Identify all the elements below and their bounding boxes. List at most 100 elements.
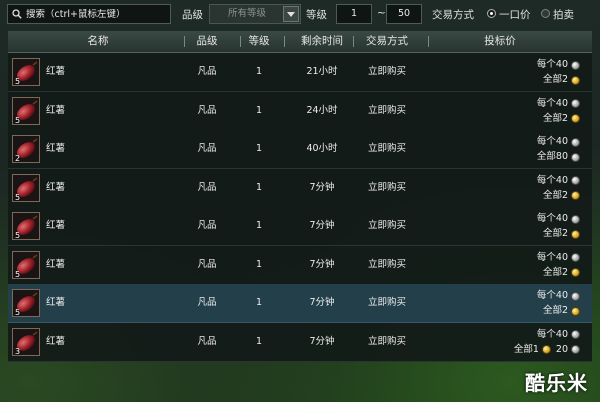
- gold-coin-icon: [571, 229, 580, 239]
- table-row[interactable]: 5 红薯 凡品 1 21小时 立即购买 每个40 全部2: [8, 53, 592, 92]
- chevron-down-icon[interactable]: [283, 6, 299, 22]
- sweet-potato-icon[interactable]: 2: [12, 135, 40, 163]
- price-each: 每个40: [537, 329, 580, 341]
- column-divider: [184, 36, 185, 47]
- silver-coin-icon: [571, 152, 580, 162]
- table-row[interactable]: 5 红薯 凡品 1 24小时 立即购买 每个40 全部2: [8, 91, 592, 131]
- time-remaining: 7分钟: [309, 297, 335, 308]
- price-total-text: 全部2: [542, 74, 568, 85]
- price-total: 全部2: [543, 74, 580, 86]
- item-name: 红薯: [46, 297, 66, 308]
- silver-coin-icon: [571, 253, 580, 262]
- grade-select[interactable]: 所有等级: [209, 4, 301, 24]
- silver-coin-icon: [571, 176, 580, 185]
- item-quantity: 5: [15, 269, 21, 279]
- trade-type: 立即购买: [367, 66, 406, 77]
- sweet-potato-icon[interactable]: 5: [12, 58, 40, 86]
- column-price[interactable]: 投标价: [460, 31, 540, 52]
- price-each-text: 每个40: [536, 59, 568, 70]
- price-each: 每个40: [537, 175, 580, 187]
- sweet-potato-icon[interactable]: 5: [12, 173, 40, 202]
- column-grade[interactable]: 品级: [186, 31, 228, 52]
- item-level: 1: [255, 66, 263, 77]
- price-total-text: 全部2: [542, 305, 568, 316]
- table-header: 名称 品级 等级 剩余时间 交易方式 投标价: [8, 31, 592, 53]
- price-total-text: 全部1: [513, 343, 539, 355]
- level-max-input[interactable]: 50: [386, 4, 422, 24]
- gold-coin-icon: [571, 306, 580, 316]
- price-total: 全部80: [537, 151, 580, 163]
- silver-coin-icon: [571, 137, 580, 147]
- price-total: 全部2: [543, 267, 580, 279]
- time-remaining: 7分钟: [309, 220, 335, 231]
- column-trade[interactable]: 交易方式: [353, 31, 421, 52]
- column-divider: [284, 36, 285, 47]
- item-name: 红薯: [46, 258, 66, 270]
- table-row[interactable]: 5 红薯 凡品 1 7分钟 立即购买 每个40 全部2: [8, 245, 592, 285]
- gold-coin-icon: [541, 345, 551, 354]
- time-remaining: 7分钟: [309, 258, 335, 270]
- time-remaining: 7分钟: [309, 335, 335, 347]
- item-level: 1: [255, 181, 263, 193]
- column-time[interactable]: 剩余时间: [290, 31, 354, 52]
- level-filter-label: 等级: [306, 9, 327, 21]
- silver-coin-icon: [571, 330, 580, 339]
- grade-select-value: 所有等级: [227, 8, 266, 19]
- gold-coin-icon: [571, 268, 580, 277]
- level-min-input[interactable]: 1: [336, 4, 372, 24]
- price-each: 每个40: [537, 213, 580, 225]
- radio-fixed-price[interactable]: [487, 9, 496, 18]
- sweet-potato-icon[interactable]: 5: [12, 212, 40, 240]
- price-total-text: 全部2: [542, 112, 568, 124]
- price-total: 全部2: [543, 305, 580, 317]
- item-grade: 凡品: [197, 104, 217, 116]
- price-total: 全部2: [543, 228, 580, 240]
- table-row[interactable]: 3 红薯 凡品 1 7分钟 立即购买 每个40 全部1 20: [8, 322, 592, 362]
- item-quantity: 5: [15, 231, 21, 240]
- silver-coin-icon: [571, 99, 580, 108]
- item-level: 1: [255, 220, 263, 231]
- item-name: 红薯: [46, 143, 66, 154]
- trade-type: 立即购买: [367, 297, 406, 308]
- item-name: 红薯: [46, 220, 66, 231]
- price-total: 全部1 20: [514, 344, 580, 356]
- item-name: 红薯: [46, 335, 66, 347]
- fixed-price-label[interactable]: 一口价: [499, 7, 531, 22]
- filter-bar: 品级 所有等级 等级 1 ~ 50 交易方式 一口价 拍卖: [0, 0, 600, 28]
- radio-auction[interactable]: [541, 9, 550, 18]
- item-quantity: 2: [15, 154, 21, 163]
- table-row[interactable]: 5 红薯 凡品 1 7分钟 立即购买 每个40 全部2: [8, 284, 592, 323]
- item-grade: 凡品: [197, 143, 217, 154]
- item-quantity: 5: [15, 77, 21, 86]
- sweet-potato-icon[interactable]: 5: [12, 96, 40, 125]
- search-input[interactable]: [22, 8, 166, 20]
- table-row[interactable]: 2 红薯 凡品 1 40小时 立即购买 每个40 全部80: [8, 130, 592, 169]
- trade-type: 立即购买: [367, 143, 406, 154]
- price-total-text: 全部2: [542, 228, 568, 239]
- sweet-potato-icon[interactable]: 3: [12, 327, 40, 356]
- item-quantity: 5: [15, 115, 21, 125]
- watermark: 酷乐米: [525, 371, 588, 395]
- auction-label[interactable]: 拍卖: [553, 7, 574, 22]
- price-total: 全部2: [543, 190, 580, 202]
- grade-filter-label: 品级: [182, 9, 203, 21]
- sweet-potato-icon[interactable]: 5: [12, 250, 40, 279]
- item-level: 1: [255, 258, 263, 270]
- item-name: 红薯: [46, 104, 66, 116]
- search-box[interactable]: [7, 4, 171, 24]
- item-grade: 凡品: [197, 297, 217, 308]
- price-each: 每个40: [537, 252, 580, 264]
- sweet-potato-icon[interactable]: 5: [12, 289, 40, 317]
- price-each-text: 每个40: [536, 251, 568, 263]
- column-level[interactable]: 等级: [238, 31, 280, 52]
- price-each-text: 每个40: [536, 290, 568, 301]
- table-row[interactable]: 5 红薯 凡品 1 7分钟 立即购买 每个40 全部2: [8, 168, 592, 208]
- trade-type: 立即购买: [367, 181, 406, 193]
- table-row[interactable]: 5 红薯 凡品 1 7分钟 立即购买 每个40 全部2: [8, 207, 592, 246]
- silver-coin-icon: [571, 214, 580, 224]
- column-name[interactable]: 名称: [68, 31, 128, 52]
- item-quantity: 5: [15, 308, 21, 317]
- trade-type: 立即购买: [367, 220, 406, 231]
- item-grade: 凡品: [197, 181, 217, 193]
- column-divider: [428, 36, 429, 47]
